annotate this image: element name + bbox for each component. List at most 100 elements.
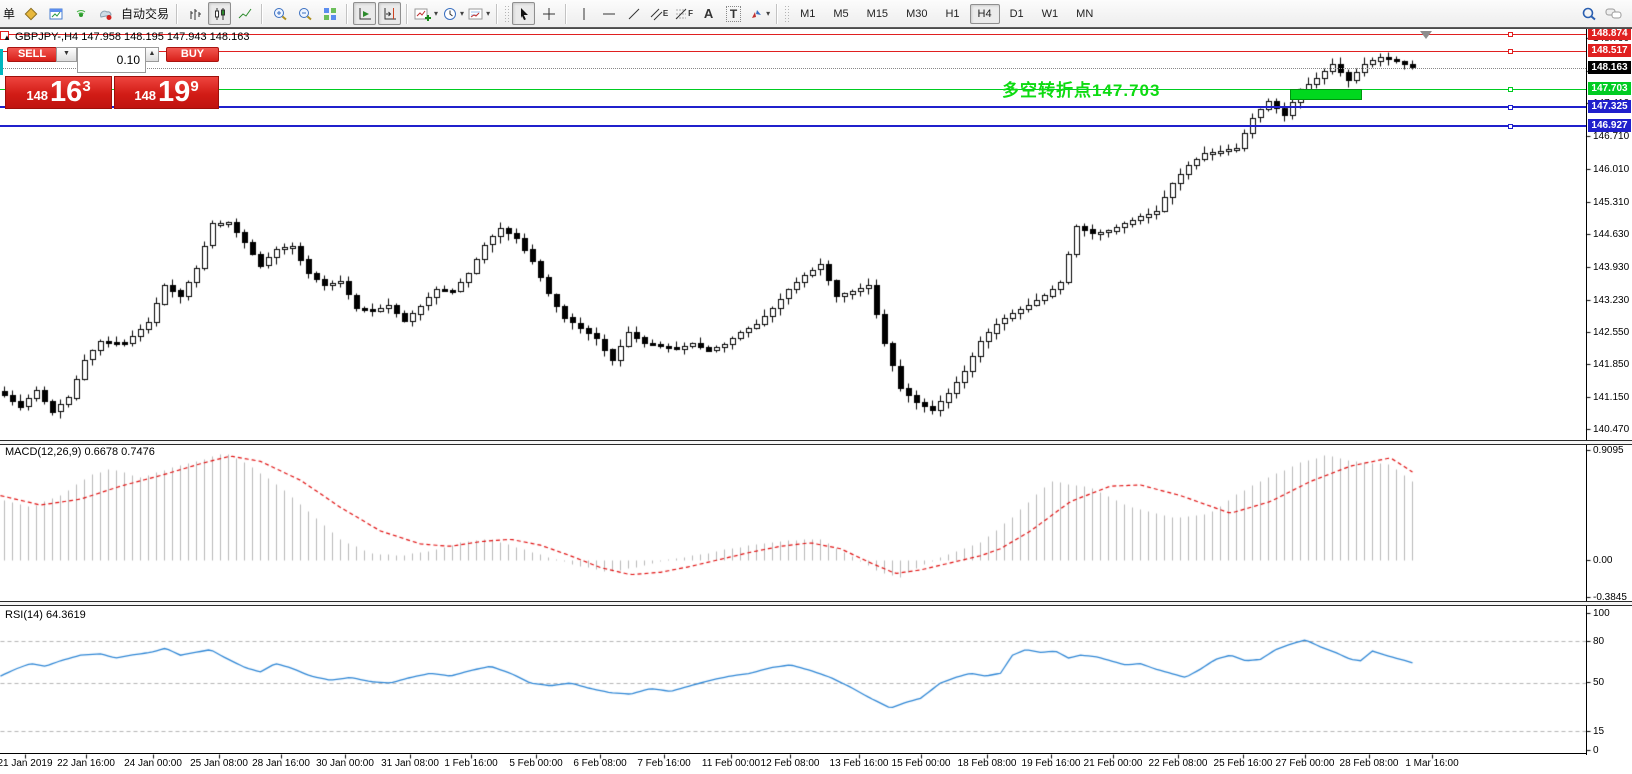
price-tick: 144.630 xyxy=(1593,229,1629,240)
sell-price-big: 16 xyxy=(50,79,82,105)
time-label: 1 Feb 16:00 xyxy=(444,758,497,769)
crosshair-icon[interactable] xyxy=(537,2,560,25)
toolbar-separator xyxy=(496,4,498,24)
new-order-label-fragment[interactable]: 单 xyxy=(0,5,18,22)
sell-price-tile[interactable]: 148 16 3 xyxy=(5,76,112,109)
bar-chart-icon[interactable] xyxy=(183,2,206,25)
time-label: 25 Jan 08:00 xyxy=(190,758,248,769)
auto-scroll-icon[interactable] xyxy=(353,2,376,25)
time-label: 1 Mar 16:00 xyxy=(1405,758,1458,769)
add-indicator-icon[interactable]: ▾ xyxy=(413,2,439,25)
price-tick: 145.310 xyxy=(1593,197,1629,208)
horizontal-line-icon[interactable] xyxy=(597,2,620,25)
timeframe-M1[interactable]: M1 xyxy=(792,4,823,24)
charts-window-icon[interactable] xyxy=(44,2,67,25)
line-handle[interactable] xyxy=(1508,87,1513,92)
signals-icon[interactable] xyxy=(69,2,92,25)
toolbar-separator xyxy=(776,4,778,24)
autotrading-icon[interactable] xyxy=(94,2,117,25)
toolbar-separator xyxy=(261,4,263,24)
current-price-line[interactable] xyxy=(0,68,1586,69)
timeframe-MN[interactable]: MN xyxy=(1068,4,1101,24)
time-label: 22 Feb 08:00 xyxy=(1149,758,1208,769)
volume-up-stepper[interactable]: ▲ xyxy=(145,47,159,62)
time-label: 5 Feb 00:00 xyxy=(509,758,562,769)
timeframe-H4[interactable]: H4 xyxy=(970,4,1000,24)
candlestick-chart-icon[interactable] xyxy=(208,2,231,25)
time-axis-border xyxy=(0,753,1587,754)
text-label-tool-icon[interactable]: T xyxy=(722,2,745,25)
timeframe-bar: M1M5M15M30H1H4D1W1MN xyxy=(791,4,1102,24)
cursor-icon[interactable] xyxy=(512,2,535,25)
timeframe-W1[interactable]: W1 xyxy=(1034,4,1067,24)
buy-price-tile[interactable]: 148 19 9 xyxy=(114,76,219,109)
one-click-trading-panel: SELL ▼ 0.10 ▲ BUY 148 16 3 148 19 9 xyxy=(4,46,220,110)
horizontal-level-line[interactable] xyxy=(0,125,1586,127)
indicator-tick: 0.00 xyxy=(1593,555,1612,566)
chart-shift-icon[interactable] xyxy=(378,2,401,25)
chart-top-border xyxy=(0,28,1632,29)
horizontal-level-line[interactable] xyxy=(0,106,1586,108)
price-level-label: 147.325 xyxy=(1588,100,1631,113)
time-label: 22 Jan 16:00 xyxy=(57,758,115,769)
volume-input[interactable]: 0.10 xyxy=(77,47,146,73)
templates-icon[interactable]: ▾ xyxy=(467,2,491,25)
zoom-in-icon[interactable] xyxy=(268,2,291,25)
search-icon[interactable] xyxy=(1577,2,1600,25)
indicator-tick: 100 xyxy=(1593,608,1610,619)
chat-icon[interactable] xyxy=(1602,2,1625,25)
rsi-panel-separator[interactable] xyxy=(0,601,1632,606)
horizontal-level-line[interactable] xyxy=(0,51,1586,52)
buy-button[interactable]: BUY xyxy=(166,47,219,62)
line-chart-icon[interactable] xyxy=(233,2,256,25)
panel-accent-bar xyxy=(0,49,3,75)
fibonacci-icon[interactable]: F xyxy=(672,2,695,25)
periods-clock-icon[interactable]: ▾ xyxy=(441,2,465,25)
time-label: 28 Feb 08:00 xyxy=(1340,758,1399,769)
symbol-ohlc-header: GBPJPY-,H4 147.958 148.195 147.943 148.1… xyxy=(15,31,249,43)
macd-header[interactable]: MACD(12,26,9) 0.6678 0.7476 xyxy=(5,446,155,458)
zoom-out-icon[interactable] xyxy=(293,2,316,25)
text-tool-icon[interactable]: A xyxy=(697,2,720,25)
indicator-tick: 0.9095 xyxy=(1593,445,1624,456)
sell-button[interactable]: SELL xyxy=(7,47,57,62)
equidistant-channel-icon[interactable]: E xyxy=(647,2,670,25)
timeframe-M30[interactable]: M30 xyxy=(898,4,935,24)
green-zone-rectangle[interactable] xyxy=(1290,89,1362,100)
line-handle[interactable] xyxy=(1508,124,1513,129)
price-tick: 143.230 xyxy=(1593,295,1629,306)
vertical-line-icon[interactable] xyxy=(572,2,595,25)
macd-panel-separator[interactable] xyxy=(0,440,1632,445)
time-label: 25 Feb 16:00 xyxy=(1214,758,1273,769)
volume-down-stepper[interactable]: ▼ xyxy=(56,47,77,62)
trendline-icon[interactable] xyxy=(622,2,645,25)
autotrading-label[interactable]: 自动交易 xyxy=(118,5,172,22)
timeframe-D1[interactable]: D1 xyxy=(1002,4,1032,24)
line-handle[interactable] xyxy=(1508,105,1513,110)
time-label: 19 Feb 16:00 xyxy=(1022,758,1081,769)
chart-shift-marker[interactable] xyxy=(1420,31,1432,39)
tile-windows-icon[interactable] xyxy=(318,2,341,25)
buy-price-prefix: 148 xyxy=(134,88,156,103)
line-handle[interactable] xyxy=(1508,32,1513,37)
timeframe-M15[interactable]: M15 xyxy=(859,4,896,24)
price-level-label: 146.927 xyxy=(1588,119,1631,132)
rsi-header[interactable]: RSI(14) 64.3619 xyxy=(5,609,86,621)
timeframe-H1[interactable]: H1 xyxy=(937,4,967,24)
time-label: 15 Feb 00:00 xyxy=(892,758,951,769)
time-label: 28 Jan 16:00 xyxy=(252,758,310,769)
turning-point-annotation[interactable]: 多空转折点147.703 xyxy=(1002,76,1160,101)
indicator-tick: 80 xyxy=(1593,636,1604,647)
line-handle[interactable] xyxy=(1508,49,1513,54)
timeframe-M5[interactable]: M5 xyxy=(825,4,856,24)
time-label: 11 Feb 00:00 xyxy=(702,758,760,769)
time-label: 7 Feb 16:00 xyxy=(637,758,690,769)
chevron-down-icon: ▾ xyxy=(486,9,490,18)
gold-diamond-icon[interactable] xyxy=(19,2,42,25)
panel-collapse-icon[interactable]: ▲ xyxy=(3,33,11,42)
time-label: 21 Feb 00:00 xyxy=(1084,758,1143,769)
arrows-tool-icon[interactable]: ▾ xyxy=(747,2,771,25)
price-axis-line xyxy=(1586,29,1587,755)
chart-canvas[interactable] xyxy=(0,0,1632,774)
price-tick: 142.550 xyxy=(1593,327,1629,338)
